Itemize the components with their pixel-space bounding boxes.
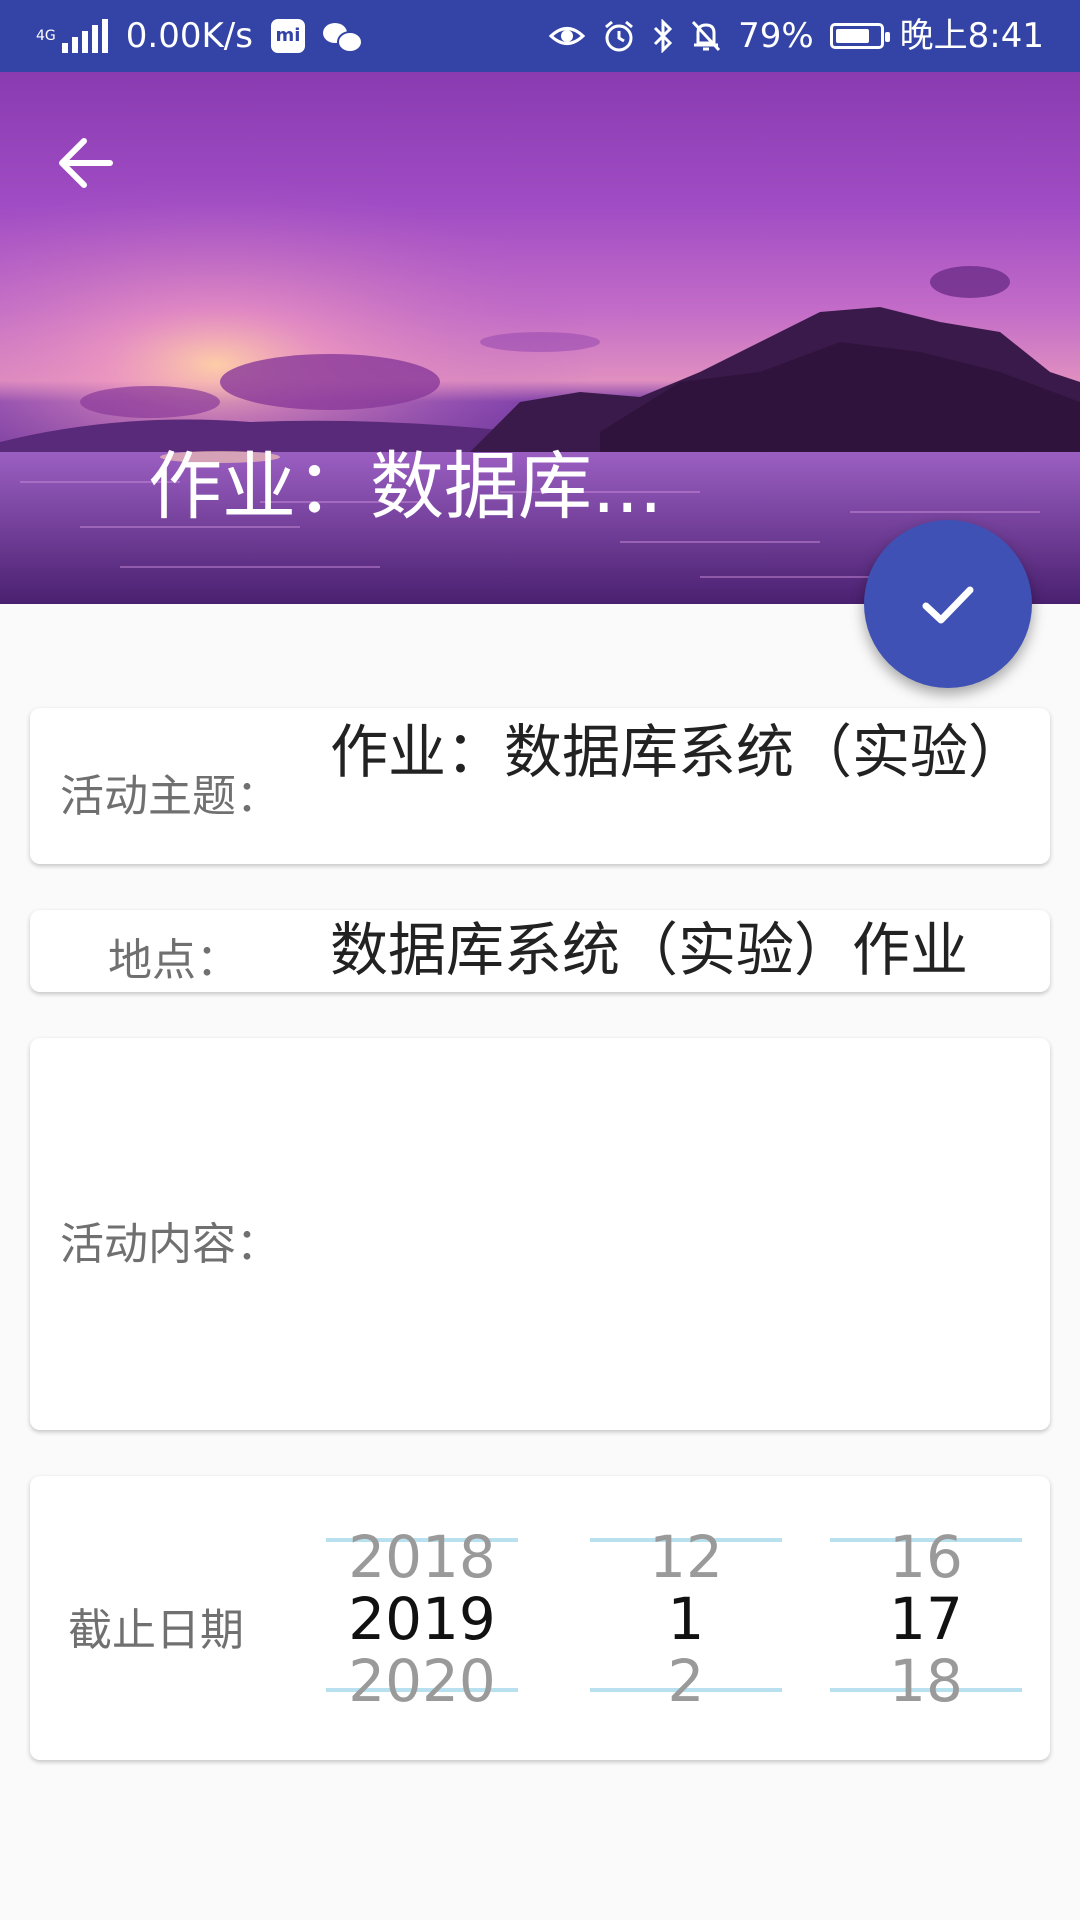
bluetooth-icon bbox=[654, 19, 673, 53]
day-next[interactable]: 18 bbox=[830, 1650, 1022, 1712]
arrow-left-icon bbox=[59, 138, 113, 188]
day-prev[interactable]: 16 bbox=[830, 1526, 1022, 1588]
year-picker[interactable]: 2018 2019 2020 bbox=[326, 1476, 518, 1760]
battery-icon bbox=[829, 23, 890, 49]
location-card: 地点： 数据库系统（实验）作业 bbox=[30, 910, 1050, 992]
mute-bell-icon bbox=[691, 20, 721, 52]
month-prev[interactable]: 12 bbox=[590, 1526, 782, 1588]
network-speed: 0.00K/s bbox=[125, 16, 253, 56]
day-picker[interactable]: 16 17 18 bbox=[830, 1476, 1022, 1760]
subject-input[interactable]: 作业：数据库系统（实验） bbox=[330, 716, 1026, 788]
status-time: 晚上8:41 bbox=[899, 16, 1044, 56]
eye-comfort-icon bbox=[548, 27, 586, 45]
location-input[interactable]: 数据库系统（实验）作业 bbox=[330, 914, 1050, 986]
signal-icon: 4G bbox=[36, 19, 108, 53]
year-prev[interactable]: 2018 bbox=[326, 1526, 518, 1588]
back-button[interactable] bbox=[50, 127, 122, 199]
day-selected[interactable]: 17 bbox=[830, 1588, 1022, 1650]
year-next[interactable]: 2020 bbox=[326, 1650, 518, 1712]
subject-card: 活动主题： 作业：数据库系统（实验） bbox=[30, 708, 1050, 864]
content-input[interactable] bbox=[330, 1068, 1020, 1398]
battery-percent: 79% bbox=[738, 16, 814, 56]
month-selected[interactable]: 1 bbox=[590, 1588, 782, 1650]
subject-label: 活动主题： bbox=[60, 771, 280, 822]
header-title: 作业：数据库... bbox=[148, 444, 663, 530]
alarm-icon bbox=[605, 20, 634, 52]
month-picker[interactable]: 12 1 2 bbox=[590, 1476, 782, 1760]
wechat-icon bbox=[322, 21, 363, 53]
deadline-label: 截止日期 bbox=[68, 1605, 244, 1656]
check-icon bbox=[922, 586, 974, 624]
confirm-button[interactable] bbox=[864, 520, 1032, 688]
content-label: 活动内容： bbox=[60, 1219, 280, 1270]
deadline-card: 截止日期 2018 2019 2020 12 1 2 16 17 18 bbox=[30, 1476, 1050, 1760]
network-type: 4G bbox=[36, 28, 56, 44]
month-next[interactable]: 2 bbox=[590, 1650, 782, 1712]
battery-fill bbox=[835, 29, 869, 43]
location-label: 地点： bbox=[108, 935, 240, 986]
content-card: 活动内容： bbox=[30, 1038, 1050, 1430]
year-selected[interactable]: 2019 bbox=[326, 1588, 518, 1650]
status-bar: 4G 0.00K/s mi 79% 晚上8:41 bbox=[0, 0, 1080, 72]
mi-app-icon: mi bbox=[270, 19, 305, 53]
